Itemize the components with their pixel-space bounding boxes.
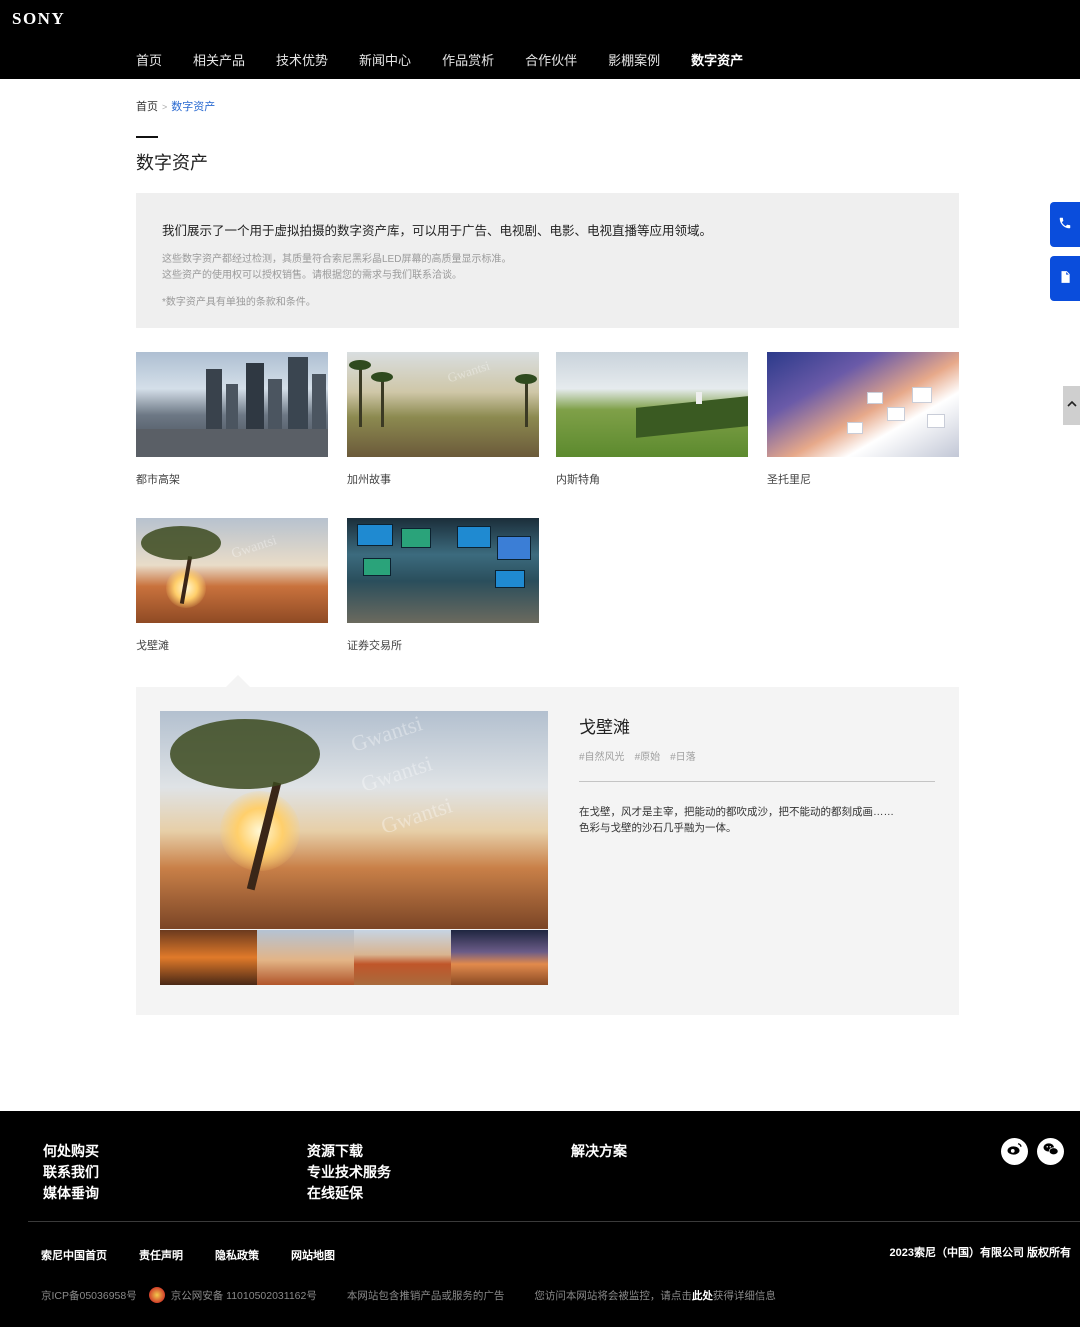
asset-card-urban-overpass[interactable]: 都市高架 (136, 352, 328, 487)
detail-main-image: Gwantsi Gwantsi Gwantsi (160, 711, 548, 929)
asset-card-stock-exchange[interactable]: 证券交易所 (347, 518, 539, 653)
breadcrumb-home[interactable]: 首页 (136, 101, 158, 113)
page-title: 数字资产 (136, 153, 208, 173)
nav-item-technology[interactable]: 技术优势 (276, 50, 328, 69)
asset-label[interactable]: 加州故事 (347, 471, 539, 487)
tag[interactable]: #日落 (670, 748, 696, 763)
asset-thumbnail[interactable] (767, 352, 959, 457)
chevron-up-icon (1066, 397, 1078, 415)
asset-card-california-story[interactable]: Gwantsi 加州故事 (347, 352, 539, 487)
footer-link-contact-us[interactable]: 联系我们 (43, 1162, 99, 1183)
footer-link-where-to-buy[interactable]: 何处购买 (43, 1141, 99, 1162)
detail-thumbnail[interactable] (257, 930, 354, 985)
icp-license[interactable]: 京ICP备05036958号 (41, 1288, 137, 1303)
watermark: Gwantsi (347, 711, 426, 757)
intro-box: 我们展示了一个用于虚拟拍摄的数字资产库，可以用于广告、电视剧、电影、电视直播等应… (136, 193, 959, 328)
nav-item-studio-cases[interactable]: 影棚案例 (608, 50, 660, 69)
nav-item-works[interactable]: 作品赏析 (442, 50, 494, 69)
site-footer: 何处购买 联系我们 媒体垂询 资源下载 专业技术服务 在线延保 解决方案 索尼中… (0, 1111, 1080, 1327)
asset-label[interactable]: 圣托里尼 (767, 471, 959, 487)
nav-item-digital-assets[interactable]: 数字资产 (691, 50, 743, 69)
footer-link-extended-warranty[interactable]: 在线延保 (307, 1183, 391, 1204)
form-icon (1058, 270, 1072, 288)
main-nav: 首页 相关产品 技术优势 新闻中心 作品赏析 合作伙伴 影棚案例 数字资产 (136, 50, 774, 69)
copyright-text: 2023索尼（中国）有限公司 版权所有 (889, 1247, 1071, 1259)
asset-label[interactable]: 都市高架 (136, 471, 328, 487)
nav-item-home[interactable]: 首页 (136, 50, 162, 69)
nav-item-news[interactable]: 新闻中心 (359, 50, 411, 69)
footer-link-disclaimer[interactable]: 责任声明 (139, 1247, 183, 1263)
tag[interactable]: #自然风光 (579, 748, 625, 763)
watermark: Gwantsi (229, 533, 279, 562)
detail-description: 在戈壁，风才是主宰，把能动的都吹成沙，把不能动的都刻成画…… 色彩与戈壁的沙石几… (579, 804, 894, 836)
footer-divider (28, 1221, 1080, 1222)
monitor-notice-suffix: 获得详细信息 (712, 1289, 776, 1302)
footer-column-1: 何处购买 联系我们 媒体垂询 (43, 1141, 99, 1204)
asset-label[interactable]: 内斯特角 (556, 471, 748, 487)
footer-link-media-inquiry[interactable]: 媒体垂询 (43, 1183, 99, 1204)
asset-thumbnail[interactable]: Gwantsi (347, 352, 539, 457)
footer-column-2: 资源下载 专业技术服务 在线延保 (307, 1141, 391, 1204)
wechat-button[interactable] (1037, 1138, 1064, 1165)
footer-bottom-links: 索尼中国首页 责任声明 隐私政策 网站地图 (41, 1247, 335, 1263)
asset-card-santorini[interactable]: 圣托里尼 (767, 352, 959, 487)
detail-thumbnail[interactable] (354, 930, 451, 985)
sony-logo[interactable]: SONY (12, 9, 65, 29)
nav-item-products[interactable]: 相关产品 (193, 50, 245, 69)
asset-thumbnail[interactable] (347, 518, 539, 623)
footer-link-privacy-policy[interactable]: 隐私政策 (215, 1247, 259, 1263)
police-registration[interactable]: 京公网安备 11010502031162号 (171, 1288, 317, 1303)
footer-column-3: 解决方案 (571, 1141, 627, 1162)
tag[interactable]: #原始 (635, 748, 661, 763)
intro-main-text: 我们展示了一个用于虚拟拍摄的数字资产库，可以用于广告、电视剧、电影、电视直播等应… (162, 224, 713, 238)
back-to-top-button[interactable] (1063, 386, 1080, 425)
asset-thumbnail[interactable] (136, 352, 328, 457)
footer-link-tech-service[interactable]: 专业技术服务 (307, 1162, 391, 1183)
footer-link-solutions[interactable]: 解决方案 (571, 1141, 627, 1162)
site-header: SONY 首页 相关产品 技术优势 新闻中心 作品赏析 合作伙伴 影棚案例 数字… (0, 0, 1080, 79)
monitor-notice-prefix: 您访问本网站将会被监控，请点击 (534, 1289, 692, 1302)
wechat-icon (1042, 1140, 1060, 1163)
footer-legal-row: 京ICP备05036958号 京公网安备 11010502031162号 本网站… (41, 1287, 788, 1303)
intro-line-2: 这些资产的使用权可以授权销售。请根据您的需求与我们联系洽谈。 (162, 270, 462, 281)
breadcrumb-current[interactable]: 数字资产 (171, 101, 215, 113)
watermark: Gwantsi (357, 750, 436, 797)
detail-thumbnail-strip (160, 930, 548, 985)
footer-link-sitemap[interactable]: 网站地图 (291, 1247, 335, 1263)
weibo-icon (1006, 1140, 1024, 1163)
phone-button[interactable] (1050, 202, 1080, 247)
detail-tags: #自然风光 #原始 #日落 (579, 748, 696, 763)
detail-thumbnail[interactable] (160, 930, 257, 985)
detail-thumbnail[interactable] (451, 930, 548, 985)
detail-divider (579, 781, 935, 782)
detail-desc-line-1: 在戈壁，风才是主宰，把能动的都吹成沙，把不能动的都刻成画…… (579, 806, 894, 818)
detail-pointer (226, 675, 250, 687)
footer-link-downloads[interactable]: 资源下载 (307, 1141, 391, 1162)
police-badge-icon (148, 1287, 165, 1303)
watermark: Gwantsi (377, 792, 456, 839)
asset-thumbnail[interactable]: Gwantsi (136, 518, 328, 623)
phone-icon (1058, 216, 1072, 234)
watermark: Gwantsi (445, 357, 492, 386)
nav-item-partners[interactable]: 合作伙伴 (525, 50, 577, 69)
intro-line-1: 这些数字资产都经过检测，其质量符合索尼黑彩晶LED屏幕的高质量显示标准。 (162, 254, 512, 265)
ad-notice: 本网站包含推销产品或服务的广告 (346, 1289, 505, 1302)
weibo-button[interactable] (1001, 1138, 1028, 1165)
form-button[interactable] (1050, 256, 1080, 301)
asset-label[interactable]: 戈壁滩 (136, 637, 328, 653)
monitor-notice-link[interactable]: 此处 (692, 1288, 713, 1303)
title-accent-bar (136, 136, 158, 138)
asset-label[interactable]: 证券交易所 (347, 637, 539, 653)
detail-title: 戈壁滩 (579, 718, 630, 737)
asset-card-neist-point[interactable]: 内斯特角 (556, 352, 748, 487)
footer-link-sony-china-home[interactable]: 索尼中国首页 (41, 1247, 107, 1263)
asset-detail-panel: Gwantsi Gwantsi Gwantsi 戈壁滩 #自然风光 #原始 #日… (136, 687, 959, 1015)
intro-note: *数字资产具有单独的条款和条件。 (162, 297, 316, 308)
detail-desc-line-2: 色彩与戈壁的沙石几乎融为一体。 (579, 822, 737, 834)
breadcrumb: 首页 > 数字资产 (136, 98, 215, 114)
asset-thumbnail[interactable] (556, 352, 748, 457)
breadcrumb-separator: > (162, 102, 168, 112)
asset-card-gobi-desert[interactable]: Gwantsi 戈壁滩 (136, 518, 328, 653)
